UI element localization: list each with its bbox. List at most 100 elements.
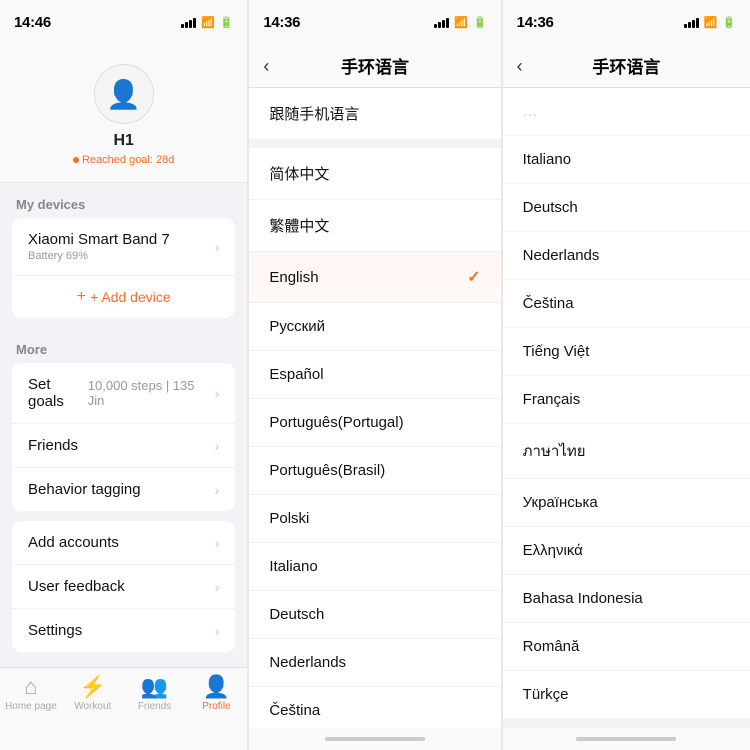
friends-item[interactable]: Friends › <box>12 424 235 468</box>
status-icons-2: 📶 🔋 <box>434 16 486 29</box>
tab-bar: ⌂ Home page ⚡ Workout 👥 Friends 👤 Profil… <box>0 667 247 750</box>
status-icons-3: 📶 🔋 <box>684 16 736 29</box>
lang-item-german-2[interactable]: Deutsch <box>503 184 750 232</box>
add-device-button[interactable]: + + Add device <box>12 276 235 318</box>
goal-dot-icon <box>73 157 79 163</box>
signal-icon-3 <box>684 17 699 28</box>
profile-section: 👤 H1 Reached goal: 28d <box>0 44 247 183</box>
lang-item-czech[interactable]: Čeština <box>249 687 500 728</box>
lang-item-french[interactable]: Français <box>503 376 750 424</box>
home-indicator-3 <box>503 728 750 750</box>
home-bar-2 <box>325 737 425 741</box>
friends-chevron-icon: › <box>215 438 220 454</box>
tab-profile[interactable]: 👤 Profile <box>186 676 248 712</box>
status-time-1: 14:46 <box>14 14 51 31</box>
lang-text-czech: Čeština <box>269 702 320 719</box>
lang-text-polish: Polski <box>269 510 309 527</box>
devices-section-header: My devices <box>0 183 247 218</box>
add-accounts-item[interactable]: Add accounts › <box>12 521 235 565</box>
add-device-label: + Add device <box>90 289 171 305</box>
device-chevron-wrap: › <box>215 239 220 255</box>
devices-list: Xiaomi Smart Band 7 Battery 69% › + + Ad… <box>12 218 235 318</box>
lang-item-ukrainian[interactable]: Українська <box>503 479 750 527</box>
lang-item-romanian[interactable]: Română <box>503 623 750 671</box>
lang-item-russian[interactable]: Русский <box>249 303 500 351</box>
set-goals-item[interactable]: Set goals 10,000 steps | 135 Jin › <box>12 363 235 424</box>
lang-text-ukrainian: Українська <box>523 494 598 511</box>
profile-scroll: 👤 H1 Reached goal: 28d My devices Xiaomi… <box>0 44 247 667</box>
lang-text-top-partial: … <box>523 103 538 120</box>
language-list-1: 跟随手机语言 简体中文 繁體中文 English ✓ Русский Españ… <box>249 88 500 728</box>
lang-item-vietnamese[interactable]: Tiếng Việt <box>503 328 750 376</box>
back-button-2[interactable]: ‹ <box>263 57 269 75</box>
status-bar-2: 14:36 📶 🔋 <box>249 0 500 44</box>
language-list-2: … Italiano Deutsch Nederlands Čeština Ti… <box>503 88 750 728</box>
nav-title-3: 手环语言 <box>592 53 660 78</box>
tab-workout-label: Workout <box>74 701 111 712</box>
behavior-tagging-item[interactable]: Behavior tagging › <box>12 468 235 511</box>
back-button-3[interactable]: ‹ <box>517 57 523 75</box>
language-panel-1: 14:36 📶 🔋 ‹ 手环语言 跟随手机语言 简体中文 繁體中文 <box>249 0 500 750</box>
wifi-icon-2: 📶 <box>454 16 468 29</box>
device-item[interactable]: Xiaomi Smart Band 7 Battery 69% › <box>12 218 235 276</box>
nav-bar-2: ‹ 手环语言 <box>249 44 500 88</box>
lang-text-greek: Ελληνικά <box>523 542 583 559</box>
set-goals-chevron-icon: › <box>215 385 220 401</box>
lang-text-french: Français <box>523 391 581 408</box>
settings-item[interactable]: Settings › <box>12 609 235 652</box>
lang-text-traditional: 繁體中文 <box>269 215 329 236</box>
settings-label: Settings <box>28 622 82 639</box>
device-info: Xiaomi Smart Band 7 Battery 69% <box>28 231 170 262</box>
add-accounts-label: Add accounts <box>28 534 119 551</box>
avatar-icon: 👤 <box>106 78 141 111</box>
lang-item-czech-2[interactable]: Čeština <box>503 280 750 328</box>
add-accounts-chevron-icon: › <box>215 535 220 551</box>
account-list: Add accounts › User feedback › Settings … <box>12 521 235 652</box>
lang-text-russian: Русский <box>269 318 325 335</box>
lang-text-italian: Italiano <box>269 558 317 575</box>
lang-text-pt-brasil: Português(Brasil) <box>269 462 385 479</box>
lang-item-dutch[interactable]: Nederlands <box>249 639 500 687</box>
lang-item-top-partial[interactable]: … <box>503 88 750 136</box>
tab-workout[interactable]: ⚡ Workout <box>62 676 124 712</box>
home-indicator-2 <box>249 728 500 750</box>
tab-friends-label: Friends <box>138 701 171 712</box>
tab-friends[interactable]: 👥 Friends <box>124 676 186 712</box>
status-bar-1: 14:46 📶 🔋 <box>0 0 247 44</box>
user-feedback-item[interactable]: User feedback › <box>12 565 235 609</box>
lang-check-icon: ✓ <box>467 267 480 287</box>
lang-item-english[interactable]: English ✓ <box>249 252 500 303</box>
avatar: 👤 <box>94 64 154 124</box>
lang-item-greek[interactable]: Ελληνικά <box>503 527 750 575</box>
lang-item-pt-portugal[interactable]: Português(Portugal) <box>249 399 500 447</box>
lang-item-turkish[interactable]: Türkçe <box>503 671 750 719</box>
lang-item-simplified[interactable]: 简体中文 <box>249 148 500 200</box>
lang-item-pt-brasil[interactable]: Português(Brasil) <box>249 447 500 495</box>
lang-text-simplified: 简体中文 <box>269 163 329 184</box>
friends-tab-icon: 👥 <box>141 676 168 698</box>
profile-tab-icon: 👤 <box>203 676 230 698</box>
lang-item-german[interactable]: Deutsch <box>249 591 500 639</box>
lang-item-follow[interactable]: 跟随手机语言 <box>249 88 500 140</box>
lang-item-indonesian[interactable]: Bahasa Indonesia <box>503 575 750 623</box>
lang-item-italian-2[interactable]: Italiano <box>503 136 750 184</box>
workout-icon: ⚡ <box>79 676 106 698</box>
lang-item-thai[interactable]: ภาษาไทย <box>503 424 750 479</box>
tab-home[interactable]: ⌂ Home page <box>0 676 62 712</box>
device-name: Xiaomi Smart Band 7 <box>28 231 170 248</box>
lang-item-spanish[interactable]: Español <box>249 351 500 399</box>
battery-icon-2: 🔋 <box>473 16 487 29</box>
lang-item-traditional[interactable]: 繁體中文 <box>249 200 500 252</box>
lang-item-dutch-2[interactable]: Nederlands <box>503 232 750 280</box>
lang-text-pt-portugal: Português(Portugal) <box>269 414 403 431</box>
lang-item-polish[interactable]: Polski <box>249 495 500 543</box>
lang-text-german: Deutsch <box>269 606 324 623</box>
lang-text-indonesian: Bahasa Indonesia <box>523 590 643 607</box>
more-section-header: More <box>0 328 247 363</box>
signal-icon <box>181 17 196 28</box>
behavior-tagging-right: › <box>215 482 220 498</box>
battery-icon-3: 🔋 <box>722 16 736 29</box>
lang-item-italian[interactable]: Italiano <box>249 543 500 591</box>
battery-icon: 🔋 <box>220 16 234 29</box>
tab-profile-label: Profile <box>202 701 230 712</box>
